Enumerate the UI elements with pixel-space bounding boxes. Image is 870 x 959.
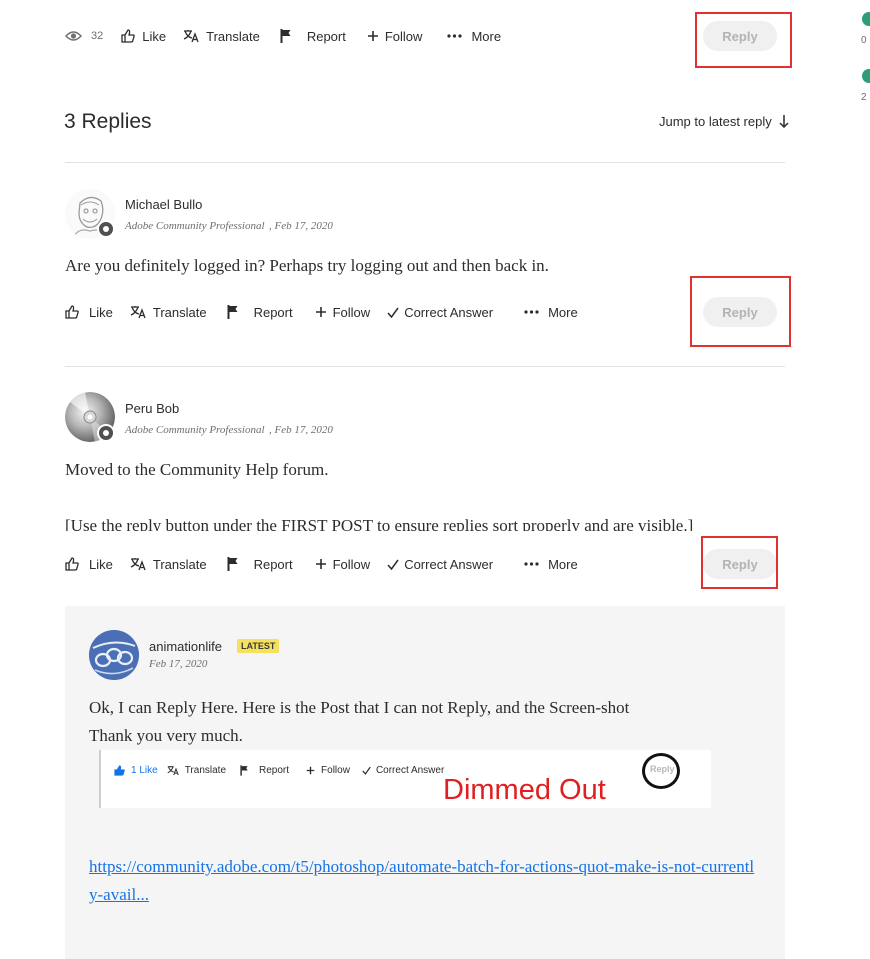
translate-button[interactable]: Translate bbox=[183, 29, 260, 44]
follow-button[interactable]: Follow bbox=[315, 557, 370, 572]
like-button[interactable]: Like bbox=[65, 557, 113, 572]
thumbs-up-icon bbox=[114, 765, 125, 776]
latest-badge: LATEST bbox=[237, 639, 280, 653]
eye-icon bbox=[65, 31, 82, 41]
reply-action-bar: Like Translate Report Follow Correct Ans… bbox=[65, 552, 578, 576]
screenshot-action-row: 1 Like Translate Report Follow Correct A… bbox=[114, 765, 444, 776]
translate-icon bbox=[130, 306, 146, 319]
plus-icon bbox=[306, 766, 315, 775]
annotation-box bbox=[695, 12, 792, 68]
author-name[interactable]: animationlife bbox=[149, 639, 222, 654]
dimmed-out-annotation: Dimmed Out bbox=[443, 774, 606, 806]
checkmark-icon bbox=[362, 766, 371, 775]
flag-icon bbox=[240, 765, 248, 776]
reply-body: Ok, I can Reply Here. Here is the Post t… bbox=[89, 698, 630, 717]
post-date: , Feb 17, 2020 bbox=[268, 424, 333, 436]
plus-icon bbox=[315, 559, 326, 569]
correct-answer-button[interactable]: Correct Answer bbox=[387, 557, 493, 572]
thumbs-up-icon bbox=[65, 557, 79, 571]
avatar bbox=[89, 630, 139, 680]
highlight-circle bbox=[642, 753, 680, 789]
views-count: 32 bbox=[65, 30, 103, 42]
report-button[interactable]: Report bbox=[227, 557, 293, 572]
author-meta: Adobe Community Professional , Feb 17, 2… bbox=[125, 420, 333, 438]
ellipsis-icon bbox=[447, 34, 463, 38]
translate-button[interactable]: Translate bbox=[130, 557, 207, 572]
correct-answer-button[interactable]: Correct Answer bbox=[387, 305, 493, 320]
thumbs-up-icon bbox=[65, 305, 79, 319]
checkmark-icon bbox=[387, 307, 399, 318]
author-name[interactable]: Peru Bob bbox=[125, 401, 179, 416]
author-name[interactable]: Michael Bullo bbox=[125, 197, 202, 212]
translate-icon bbox=[183, 30, 199, 43]
post-link[interactable]: https://community.adobe.com/t5/photoshop… bbox=[89, 853, 759, 909]
post-date: , Feb 17, 2020 bbox=[268, 220, 333, 232]
check-circle-icon bbox=[862, 12, 870, 26]
author-role: Adobe Community Professional bbox=[125, 424, 265, 436]
like-button[interactable]: Like bbox=[121, 29, 166, 44]
replies-title: 3 Replies bbox=[64, 110, 152, 133]
community-professional-badge-icon bbox=[97, 424, 115, 442]
annotation-box bbox=[690, 276, 791, 347]
solution-count: 0 bbox=[861, 35, 867, 46]
community-professional-badge-icon bbox=[97, 220, 115, 238]
more-button[interactable]: More bbox=[524, 557, 578, 572]
flag-icon bbox=[227, 557, 238, 571]
reply-body: Moved to the Community Help forum. bbox=[65, 460, 329, 479]
plus-icon bbox=[315, 307, 326, 317]
annotation-box bbox=[701, 536, 778, 589]
follow-button[interactable]: Follow bbox=[315, 305, 370, 320]
translate-icon bbox=[167, 766, 179, 776]
like-button[interactable]: Like bbox=[65, 305, 113, 320]
divider bbox=[65, 366, 785, 367]
arrow-down-icon bbox=[779, 115, 789, 128]
reply-body-truncated: [Use the reply button under the FIRST PO… bbox=[65, 516, 694, 531]
post-date: Feb 17, 2020 bbox=[149, 658, 208, 670]
report-button[interactable]: Report bbox=[280, 29, 346, 44]
embedded-screenshot: 1 Like Translate Report Follow Correct A… bbox=[99, 750, 711, 808]
follow-button[interactable]: Follow bbox=[367, 29, 422, 44]
ellipsis-icon bbox=[524, 310, 539, 314]
author-role: Adobe Community Professional bbox=[125, 220, 265, 232]
more-button[interactable]: More bbox=[447, 29, 501, 44]
post-action-bar: 32 Like Translate Report Follow More bbox=[65, 24, 501, 48]
translate-icon bbox=[130, 558, 146, 571]
plus-icon bbox=[367, 31, 378, 41]
flag-icon bbox=[280, 29, 291, 43]
check-circle-icon bbox=[862, 69, 870, 83]
divider bbox=[65, 162, 785, 163]
thumbs-up-icon bbox=[121, 29, 136, 43]
reply-action-bar: Like Translate Report Follow Correct Ans… bbox=[65, 300, 578, 324]
checkmark-icon bbox=[387, 559, 399, 570]
reply-body: Thank you very much. bbox=[89, 726, 243, 745]
right-edge-list: 0 2 bbox=[860, 12, 870, 112]
reply-body: Are you definitely logged in? Perhaps tr… bbox=[65, 256, 549, 275]
translate-button[interactable]: Translate bbox=[130, 305, 207, 320]
flag-icon bbox=[227, 305, 238, 319]
ellipsis-icon bbox=[524, 562, 539, 566]
solution-count: 2 bbox=[861, 92, 867, 103]
more-button[interactable]: More bbox=[524, 305, 578, 320]
author-meta: Adobe Community Professional , Feb 17, 2… bbox=[125, 216, 333, 234]
jump-to-latest-link[interactable]: Jump to latest reply bbox=[659, 114, 789, 129]
report-button[interactable]: Report bbox=[227, 305, 293, 320]
